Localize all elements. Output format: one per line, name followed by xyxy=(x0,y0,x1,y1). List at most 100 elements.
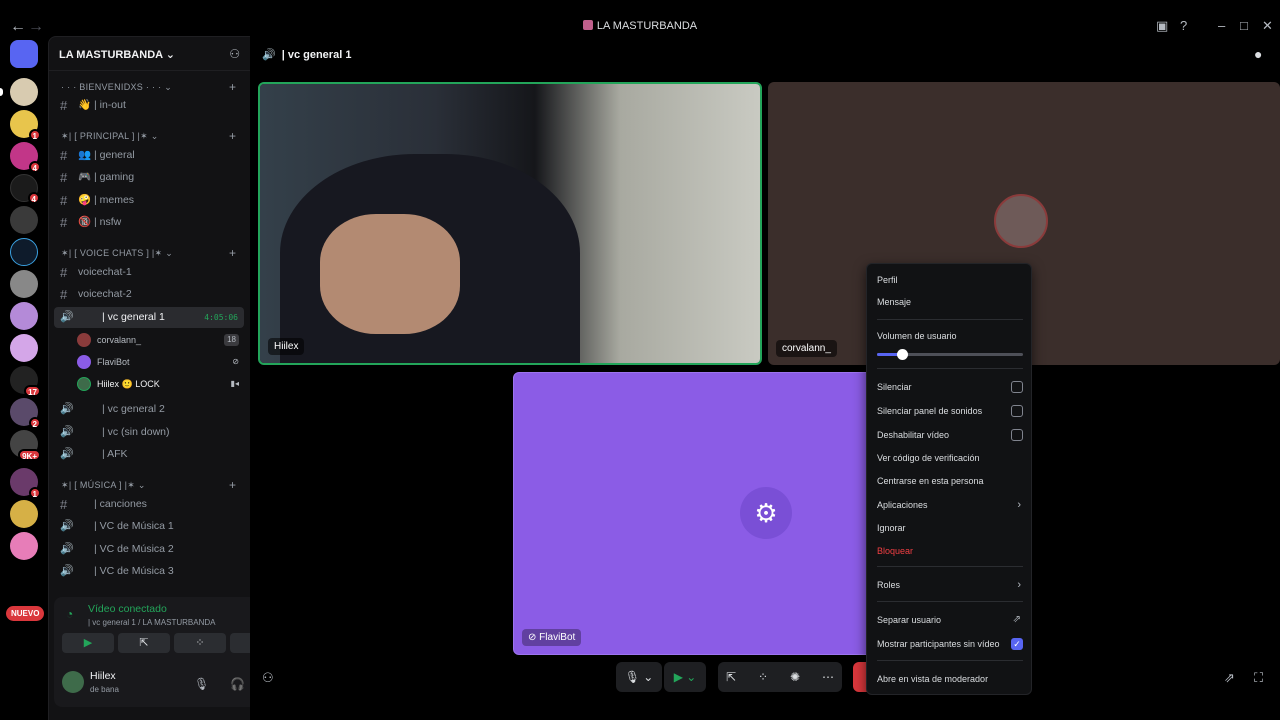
channel-memes[interactable]: # 🤪 | memes xyxy=(54,190,244,211)
more-options-icon[interactable]: ⋯ xyxy=(822,662,834,692)
menu-item-moderador[interactable]: Abre en vista de moderador xyxy=(877,669,1023,689)
menu-label: Separar usuario xyxy=(877,615,942,625)
channel-label: | AFK xyxy=(102,448,128,460)
member-name: FlaviBot xyxy=(97,357,130,367)
headphones-icon[interactable]: 🎧 xyxy=(230,677,245,691)
server-header[interactable]: LA MASTURBANDA ⌄ ⚇ xyxy=(49,37,250,71)
checkbox[interactable] xyxy=(1011,381,1023,393)
menu-item-bloquear[interactable]: Bloquear xyxy=(877,541,1023,561)
guild-icon[interactable] xyxy=(10,302,38,330)
checkbox[interactable] xyxy=(1011,429,1023,441)
fullscreen-icon[interactable]: ⛶ xyxy=(1254,670,1263,686)
menu-item-mensaje[interactable]: Mensaje xyxy=(877,292,1023,312)
camera-button[interactable]: ▶ xyxy=(62,633,114,653)
activities-icon[interactable]: ⁘ xyxy=(758,662,768,692)
menu-label: Abre en vista de moderador xyxy=(877,674,989,684)
channel-in-out[interactable]: # 👋 | in-out xyxy=(54,95,244,116)
category-musica[interactable]: ✶| [ MÚSICA ] |✶ ⌄ + xyxy=(61,478,236,492)
menu-item-silenciar-sonidos[interactable]: Silenciar panel de sonidos xyxy=(877,401,1023,421)
guild-icon[interactable]: 9K+ xyxy=(10,430,41,461)
close-icon[interactable]: ✕ xyxy=(1262,18,1273,34)
guild-icon[interactable]: 4 xyxy=(10,174,40,204)
channel-vc-musica-1[interactable]: 🔊 | VC de Música 1 xyxy=(54,516,244,537)
share-screen-icon[interactable]: ⇱ xyxy=(726,662,736,692)
channel-voicechat-1[interactable]: # voicechat-1 xyxy=(54,262,244,283)
guild-icon[interactable] xyxy=(10,206,38,234)
video-tile-hiilex[interactable]: Hiilex xyxy=(258,82,762,365)
add-channel-icon[interactable]: + xyxy=(229,80,236,94)
volume-slider-handle[interactable] xyxy=(896,349,908,360)
voice-member[interactable]: Hiilex 🙂 LOCK ▮◂ xyxy=(77,375,243,393)
soundboard-icon[interactable]: ✺ xyxy=(790,662,800,692)
server-name: LA MASTURBANDA ⌄ xyxy=(59,49,175,61)
channel-label: | vc general 1 xyxy=(102,311,165,323)
microphone-button[interactable]: 🎙 ⌄ xyxy=(616,662,662,692)
avatar[interactable] xyxy=(62,671,84,693)
channel-vc-sin-down[interactable]: 🔊 | vc (sin down) xyxy=(54,422,244,443)
guild-icon[interactable] xyxy=(10,270,38,298)
guild-icon[interactable]: 17 xyxy=(10,366,41,397)
add-member-icon[interactable]: ⚇ xyxy=(229,47,240,61)
checkbox[interactable] xyxy=(1011,405,1023,417)
category-bienvenidos[interactable]: · · · BIENVENIDXS · · · ⌄ + xyxy=(61,80,236,94)
menu-item-mostrar-sin-video[interactable]: Mostrar participantes sin vídeo ✓ xyxy=(877,634,1023,654)
minimize-icon[interactable]: – xyxy=(1218,18,1225,33)
category-voice-chats[interactable]: ✶| [ VOICE CHATS ] |✶ ⌄ + xyxy=(61,246,236,260)
channel-general[interactable]: # 👥 | general xyxy=(54,145,244,166)
channel-vc-musica-2[interactable]: 🔊 | VC de Música 2 xyxy=(54,539,244,560)
tile-name-label: Hiilex xyxy=(268,338,305,355)
menu-item-perfil[interactable]: Perfil xyxy=(877,270,1023,290)
guild-icon[interactable]: 4 xyxy=(10,142,41,173)
channel-nsfw[interactable]: # 🔞 | nsfw xyxy=(54,212,244,233)
voice-member[interactable]: FlaviBot ⊘ xyxy=(77,353,243,371)
mention-badge: 4 xyxy=(28,161,41,173)
volume-slider[interactable] xyxy=(877,349,1023,360)
maximize-icon[interactable]: □ xyxy=(1240,18,1248,33)
inbox-icon[interactable]: ▣ xyxy=(1156,18,1168,34)
signal-icon[interactable]: ◔ xyxy=(66,607,73,621)
channel-afk[interactable]: 🔊 | AFK xyxy=(54,444,244,465)
add-channel-icon[interactable]: + xyxy=(229,246,236,260)
guild-icon[interactable] xyxy=(10,238,38,266)
menu-item-centrarse[interactable]: Centrarse en esta persona xyxy=(877,471,1023,491)
guild-icon[interactable]: 1 xyxy=(10,110,41,141)
activities-button[interactable]: ⁘ xyxy=(174,633,226,653)
invite-icon[interactable]: ⚇ xyxy=(262,670,274,686)
menu-label: Mostrar participantes sin vídeo xyxy=(877,639,1000,649)
category-principal[interactable]: ✶| [ PRINCIPAL ] |✶ ⌄ + xyxy=(61,129,236,143)
menu-item-deshabilitar-video[interactable]: Deshabilitar vídeo xyxy=(877,425,1023,445)
channel-vc-general-2[interactable]: 🔊 | vc general 2 xyxy=(54,399,244,420)
add-channel-icon[interactable]: + xyxy=(229,478,236,492)
discord-home-icon[interactable] xyxy=(10,40,38,68)
menu-item-ignorar[interactable]: Ignorar xyxy=(877,518,1023,538)
voice-member[interactable]: corvalann_ 18 xyxy=(77,331,243,349)
menu-item-separar-usuario[interactable]: Separar usuario ⇗ xyxy=(877,610,1023,630)
guild-icon[interactable] xyxy=(10,500,38,528)
camera-button[interactable]: ▶ ⌄ xyxy=(664,662,706,692)
channel-label: | VC de Música 1 xyxy=(94,520,174,532)
popout-icon[interactable]: ⇗ xyxy=(1224,670,1235,686)
menu-item-verificacion[interactable]: Ver código de verificación xyxy=(877,448,1023,468)
channel-canciones[interactable]: # | canciones xyxy=(54,494,244,515)
chat-bubble-icon[interactable]: ● xyxy=(1254,46,1262,62)
guild-icon[interactable] xyxy=(10,532,38,560)
channel-vc-general-1[interactable]: 🔊 | vc general 1 4:05:06 xyxy=(54,307,244,328)
share-screen-button[interactable]: ⇱ xyxy=(118,633,170,653)
menu-item-roles[interactable]: Roles › xyxy=(877,575,1023,595)
mention-badge: 1 xyxy=(28,487,41,499)
channel-vc-musica-3[interactable]: 🔊 | VC de Música 3 xyxy=(54,561,244,582)
checkbox-checked[interactable]: ✓ xyxy=(1011,638,1023,650)
nuevo-badge[interactable]: NUEVO xyxy=(6,606,45,621)
guild-icon[interactable] xyxy=(10,78,38,106)
guild-list: 1 4 4 17 2 9K+ 1 NUEVO xyxy=(0,36,48,720)
microphone-icon[interactable]: 🎙 xyxy=(194,677,209,691)
guild-icon[interactable]: 2 xyxy=(10,398,41,429)
channel-voicechat-2[interactable]: # voicechat-2 xyxy=(54,284,244,305)
guild-icon[interactable]: 1 xyxy=(10,468,41,499)
channel-gaming[interactable]: # 🎮 | gaming xyxy=(54,167,244,188)
menu-item-aplicaciones[interactable]: Aplicaciones › xyxy=(877,495,1023,515)
menu-item-silenciar[interactable]: Silenciar xyxy=(877,377,1023,397)
help-icon[interactable]: ? xyxy=(1180,18,1187,33)
guild-icon[interactable] xyxy=(10,334,38,362)
add-channel-icon[interactable]: + xyxy=(229,129,236,143)
